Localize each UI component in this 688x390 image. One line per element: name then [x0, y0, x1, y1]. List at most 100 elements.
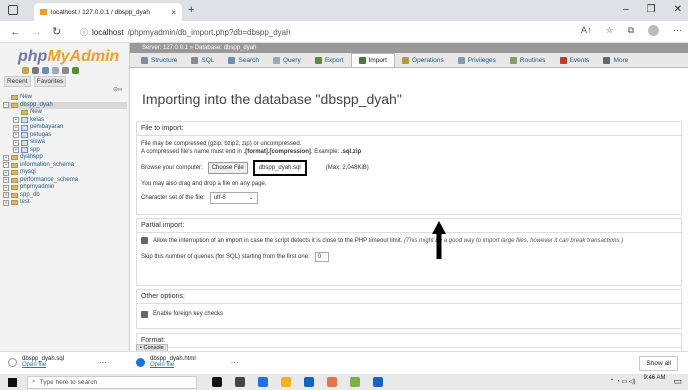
tab-export[interactable]: Export	[308, 53, 351, 67]
expand-icon[interactable]: +	[3, 169, 9, 176]
tree-item[interactable]: + test	[3, 199, 127, 207]
tree-item[interactable]: + pembayaran	[3, 124, 127, 132]
tab-recent[interactable]: Recent	[4, 76, 31, 87]
settings-icon[interactable]	[62, 67, 69, 74]
close-tab-icon[interactable]: ×	[171, 8, 176, 17]
choose-file-button[interactable]: Choose File	[207, 162, 248, 174]
browser-tab[interactable]: localhost / 127.0.0.1 / dbspp_dyah ×	[34, 3, 182, 21]
minimize-icon[interactable]: –	[623, 4, 629, 15]
tree-item[interactable]: + petugas	[3, 132, 127, 140]
tab-import[interactable]: Import	[350, 53, 395, 67]
tree-item[interactable]: + phpmyadmin	[3, 184, 127, 192]
tab-search[interactable]: Search	[221, 53, 266, 67]
taskbar-app-icon[interactable]	[327, 377, 337, 387]
expand-icon[interactable]: +	[3, 192, 9, 199]
docs-icon[interactable]	[52, 67, 59, 74]
avatar[interactable]	[648, 25, 659, 36]
address-bar[interactable]: ⓘ localhost/phpmyadmin/db_import.php?db=…	[80, 25, 291, 39]
clock[interactable]: 9:46 AM	[643, 375, 665, 388]
taskbar-app-icon[interactable]	[235, 377, 245, 387]
phpmyadmin-logo[interactable]: phpMyAdmin	[18, 48, 119, 66]
tree-item[interactable]: + mysql	[3, 169, 127, 177]
reload-nav-icon[interactable]	[72, 67, 79, 74]
allow-interruption-checkbox[interactable]	[141, 237, 148, 244]
tree-item[interactable]: + dyahspp	[3, 154, 127, 162]
expand-icon[interactable]: +	[13, 124, 19, 131]
tree-item-label: New	[20, 94, 33, 100]
partial-import-section: Partial import: Allow the interruption o…	[136, 218, 682, 286]
more-options-icon[interactable]: ⋯	[99, 358, 107, 367]
collapse-all-icon[interactable]: ⊖∞	[113, 86, 122, 93]
tray-icons[interactable]: ⌃ ◔ ▭ ◁)	[610, 378, 636, 385]
expand-icon[interactable]: +	[3, 199, 9, 206]
taskbar-app-icon[interactable]	[373, 377, 383, 387]
tab-operations[interactable]: Operations	[395, 53, 451, 67]
windows-start-icon[interactable]	[8, 377, 17, 387]
favorites-star-icon[interactable]: ☆	[605, 25, 613, 36]
charset-select[interactable]: utf-8 ⌄	[209, 192, 258, 204]
taskbar-app-icon[interactable]	[258, 377, 268, 387]
tab-structure[interactable]: Structure	[134, 53, 184, 67]
tab-query[interactable]: Query	[266, 53, 308, 67]
tree-item-label: phpmyadmin	[20, 184, 55, 190]
open-file-link[interactable]: Open file	[22, 362, 64, 368]
taskbar-app-icon[interactable]	[304, 377, 314, 387]
tree-item[interactable]: + spp_db	[3, 192, 127, 200]
tree-item-label: kelas	[30, 116, 45, 123]
expand-icon[interactable]: +	[13, 117, 19, 124]
downloads-bar: dbspp_dyah.sql Open file ⋯ dbspp_dyah.ht…	[0, 351, 688, 374]
taskbar-app-icon[interactable]	[281, 377, 291, 387]
tree-item-label: information_schema	[20, 161, 75, 168]
foreign-key-checkbox[interactable]	[141, 310, 148, 318]
reload-icon[interactable]: ↻	[52, 25, 61, 38]
collections-icon[interactable]: ⧉	[628, 25, 634, 36]
expand-icon[interactable]: +	[13, 132, 19, 139]
tree-item[interactable]: New	[3, 94, 127, 102]
home-icon[interactable]	[22, 67, 29, 74]
open-file-link[interactable]: Open file	[150, 362, 196, 368]
tree-item[interactable]: + kelas	[3, 117, 127, 125]
forward-icon[interactable]: →	[31, 26, 42, 38]
tree-item[interactable]: − dbspp_dyah	[3, 101, 127, 109]
expand-icon[interactable]: +	[3, 184, 9, 191]
taskbar-app-icon[interactable]	[350, 377, 360, 387]
tree-item[interactable]: + spp	[3, 147, 127, 155]
show-all-button[interactable]: Show all	[639, 356, 678, 371]
expand-icon[interactable]: +	[3, 154, 9, 161]
more-menu-icon[interactable]: ⋯	[673, 25, 682, 36]
expand-icon[interactable]: +	[13, 139, 19, 146]
taskbar-app-icon[interactable]	[212, 377, 222, 387]
tab-sql[interactable]: SQL	[184, 53, 221, 67]
more-options-icon[interactable]: ⋯	[231, 358, 239, 367]
tree-item[interactable]: New	[3, 109, 127, 117]
tree-item-label: New	[30, 109, 43, 115]
tab-favorites[interactable]: Favorites	[33, 76, 67, 87]
tab-more[interactable]: More	[596, 53, 635, 67]
tab-privileges[interactable]: Privileges	[451, 53, 503, 67]
maximize-icon[interactable]: ❐	[647, 4, 656, 15]
expand-icon[interactable]: +	[13, 147, 19, 154]
exit-icon[interactable]	[32, 67, 39, 74]
download-item[interactable]: dbspp_dyah.html Open file ⋯	[136, 356, 239, 368]
window-menu-icon[interactable]	[8, 5, 18, 15]
collapse-icon[interactable]: −	[3, 102, 9, 109]
back-icon[interactable]: ←	[10, 26, 21, 38]
tree-item[interactable]: + siswa	[3, 139, 127, 147]
tree-item[interactable]: + performance_schema	[3, 177, 127, 185]
tree-item[interactable]: + information_schema	[3, 162, 127, 170]
database-icon	[11, 177, 18, 183]
download-item[interactable]: dbspp_dyah.sql Open file ⋯	[8, 356, 107, 368]
read-aloud-icon[interactable]: A↑	[581, 25, 592, 36]
new-tab-icon[interactable]: +	[188, 4, 194, 16]
sql-query-icon[interactable]	[42, 67, 49, 74]
expand-icon[interactable]: +	[3, 162, 9, 169]
tree-item-label: petugas	[30, 131, 52, 138]
notifications-icon[interactable]: ▭	[673, 376, 682, 387]
close-window-icon[interactable]: ✕	[674, 4, 682, 15]
taskbar-search[interactable]: ⌕ Type here to search	[27, 375, 197, 389]
skip-queries-input[interactable]: 0	[314, 252, 329, 262]
expand-icon[interactable]: +	[3, 177, 9, 184]
database-icon	[11, 162, 18, 168]
tab-events[interactable]: Events	[553, 53, 597, 67]
tab-routines[interactable]: Routines	[503, 53, 553, 67]
